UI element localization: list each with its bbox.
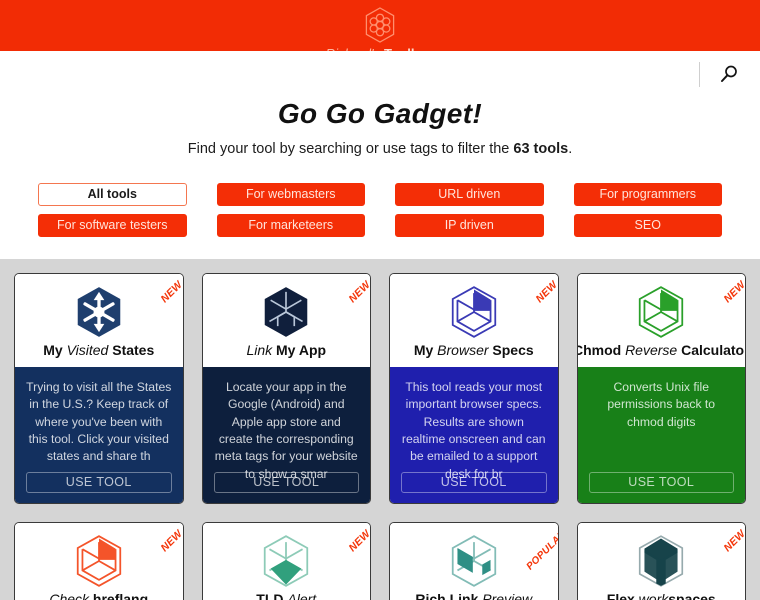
tool-card-title: My Visited States xyxy=(43,342,155,358)
tool-card-title-part: Alert xyxy=(287,591,317,600)
tool-card-header: Link My App xyxy=(202,274,370,367)
tool-card-title-part: My xyxy=(43,342,67,358)
tool-card-title-part: Rich Link xyxy=(415,591,483,600)
tag-filter-url-driven[interactable]: URL driven xyxy=(395,183,544,206)
tool-card-title-part: Specs xyxy=(488,342,534,358)
utility-right-group xyxy=(699,61,742,87)
tag-filter-ip-driven[interactable]: IP driven xyxy=(395,214,544,237)
tool-card[interactable]: NEW My Visited States Trying to visit all … xyxy=(14,273,184,504)
tool-card-title: Check hreflang xyxy=(49,591,149,600)
tool-card[interactable]: NEW Link My App Locate your app in the Goo… xyxy=(201,273,371,504)
page-title: Go Go Gadget! xyxy=(277,98,483,129)
tool-card-title: Link My App xyxy=(246,342,327,358)
tool-card[interactable]: NEW Chmod Reverse Calculator Converts Unix… xyxy=(576,273,746,504)
tool-count: 63 tools xyxy=(513,141,569,157)
tool-card-title-part: Link xyxy=(246,342,273,358)
tool-card-title-part: Calculator xyxy=(677,342,746,358)
tool-card-description: Converts Unix file permissions back to c… xyxy=(607,380,716,429)
tool-card-header: TLD Alert xyxy=(202,523,370,600)
tag-filter-all-tools[interactable]: All tools xyxy=(38,183,187,206)
hex-cube-outline-logo xyxy=(451,286,496,338)
use-tool-button[interactable]: USE TOOL xyxy=(401,472,547,493)
hero-subtitle-suffix: . xyxy=(568,141,573,157)
tool-card-title-part: My xyxy=(413,342,438,358)
tool-card[interactable]: NEW My Browser Specs This tool reads your … xyxy=(389,273,559,504)
tool-grid: NEW My Visited States Trying to visit all … xyxy=(14,273,746,600)
tool-card-header: My Browser Specs xyxy=(390,274,558,367)
tool-grid-section: NEW My Visited States Trying to visit all … xyxy=(0,259,760,600)
tool-card-title-part: Browser xyxy=(437,342,489,358)
tool-card-body: Trying to visit all the States in the U.… xyxy=(15,367,183,503)
vertical-divider xyxy=(699,61,700,87)
tool-card[interactable]: POPULARRich Link PreviewUSE TOOL xyxy=(389,522,559,600)
tool-card-title-part: States xyxy=(108,342,155,358)
tool-card-header: Check hreflang xyxy=(15,523,183,600)
tool-card-title-part: work xyxy=(638,591,669,600)
hero-subtitle: Find your tool by searching or use tags … xyxy=(0,141,760,157)
tool-card-title-part: Chmod xyxy=(576,342,626,358)
tool-card-title-part: Check xyxy=(49,591,90,600)
use-tool-button[interactable]: USE TOOL xyxy=(213,472,359,493)
tag-filter-seo[interactable]: SEO xyxy=(573,214,722,237)
site-header: Richard's Toolbox xyxy=(0,0,760,51)
tool-card-title-part: Preview xyxy=(482,591,533,600)
tag-filter-for-software-testers[interactable]: For software testers xyxy=(38,214,187,237)
tool-card-title: TLD Alert xyxy=(256,591,317,600)
tool-card-title-part: TLD xyxy=(256,591,288,600)
tool-card-title-part: hreflang xyxy=(89,591,149,600)
hex-tri-logo xyxy=(639,535,684,587)
brand-block[interactable]: Richard's Toolbox xyxy=(0,6,760,51)
tool-card-description: This tool reads your most important brow… xyxy=(401,380,546,481)
tool-card-header: Chmod Reverse Calculator xyxy=(576,274,746,367)
tool-card-header: Flex workspaces xyxy=(577,523,745,600)
tool-card-title-part: Reverse xyxy=(625,342,678,358)
tool-card-title-part: spaces xyxy=(668,591,716,600)
tag-filter-for-webmasters[interactable]: For webmasters xyxy=(216,183,365,206)
tag-filter-for-marketeers[interactable]: For marketeers xyxy=(216,214,365,237)
tag-filter-section: All tools For webmasters URL driven For pro… xyxy=(0,157,760,259)
utility-row xyxy=(0,51,760,96)
hex-cube-left-logo xyxy=(451,535,496,587)
tool-card[interactable]: NEWFlex workspacesUSE TOOL xyxy=(576,522,746,600)
tool-card-body: Converts Unix file permissions back to c… xyxy=(577,367,745,503)
use-tool-button[interactable]: USE TOOL xyxy=(26,472,172,493)
hex-cube-logo xyxy=(264,287,308,337)
tool-card[interactable]: NEWCheck hreflangUSE TOOL xyxy=(14,522,184,600)
tool-card-title-part: Flex xyxy=(606,591,639,600)
search-icon[interactable] xyxy=(716,61,742,87)
hex-cube-outline-logo xyxy=(76,535,121,587)
tool-card-title-part: Visited xyxy=(66,342,109,358)
tool-card-description: Locate your app in the Google (Android) … xyxy=(214,380,358,481)
tool-card-description: Trying to visit all the States in the U.… xyxy=(26,380,172,464)
tool-card-title: My Browser Specs xyxy=(413,342,534,358)
hex-flower-logo xyxy=(365,7,395,43)
tool-card[interactable]: NEWTLD AlertUSE TOOL xyxy=(201,522,371,600)
hex-flower-logo xyxy=(77,287,121,337)
tool-card-body: Locate your app in the Google (Android) … xyxy=(202,367,370,503)
tool-card-title: Rich Link Preview xyxy=(415,591,533,600)
tool-card-header: My Visited States xyxy=(15,274,183,367)
tag-filter-for-programmers[interactable]: For programmers xyxy=(573,183,722,206)
hero-subtitle-prefix: Find your tool by searching or use tags … xyxy=(187,141,514,157)
hex-cube-bottom-logo xyxy=(264,535,309,587)
tool-card-title-part: My App xyxy=(272,342,327,358)
tool-card-body: This tool reads your most important brow… xyxy=(390,367,558,503)
use-tool-button[interactable]: USE TOOL xyxy=(588,472,734,493)
hex-cube-outline-logo xyxy=(639,286,684,338)
tool-card-title: Chmod Reverse Calculator xyxy=(576,342,746,358)
tag-filter-grid: All tools For webmasters URL driven For pro… xyxy=(38,183,722,237)
hero-section: Go Go Gadget! Find your tool by searchin… xyxy=(0,96,760,157)
tool-card-title: Flex workspaces xyxy=(606,591,716,600)
